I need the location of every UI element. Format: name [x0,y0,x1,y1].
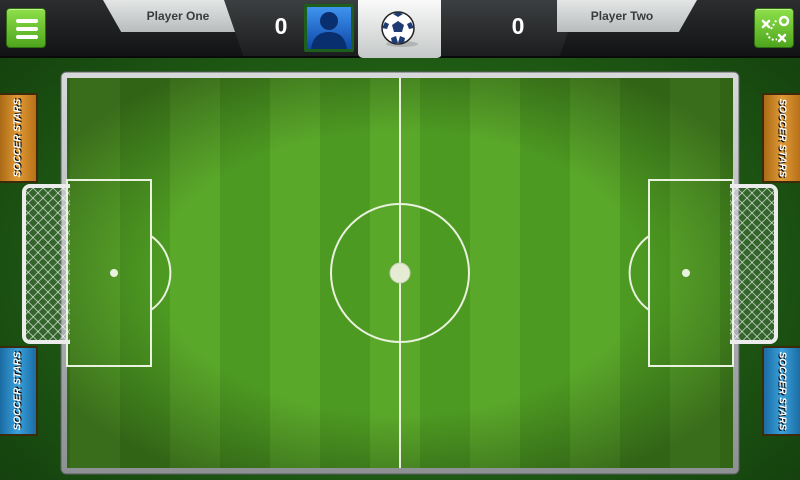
game-screen: SOCCER STARS SOCCER STARS SOCCER STARS S… [0,0,800,480]
banner-right-bottom: SOCCER STARS [762,346,800,436]
center-spot [389,262,411,284]
left-goal-net [22,184,70,344]
banner-text: SOCCER STARS [12,98,24,178]
banner-text: SOCCER STARS [12,351,24,431]
player-two-name-tab: Player Two [557,0,697,32]
player-one-name: Player One [146,9,210,23]
hamburger-menu-icon [16,35,38,39]
tactics-icon [761,15,790,43]
banner-text: SOCCER STARS [776,351,788,431]
hamburger-menu-icon [16,27,38,31]
player-one-avatar [304,4,354,52]
right-goal-net [730,184,778,344]
banner-left-top: SOCCER STARS [0,93,38,183]
center-ball-panel [358,0,442,58]
player-one-score: 0 [274,13,288,39]
banner-right-top: SOCCER STARS [762,93,800,183]
player-one-name-tab: Player One [103,0,243,32]
soccer-pitch [60,71,740,475]
player-two-score: 0 [511,13,525,39]
menu-button[interactable] [6,8,46,48]
banner-text: SOCCER STARS [776,98,788,178]
banner-left-bottom: SOCCER STARS [0,346,38,436]
score-bar: Player One 0 0 Player Two [0,0,800,58]
avatar-silhouette-icon [311,12,347,49]
tactics-button[interactable] [754,8,794,48]
soccer-ball-icon [381,11,418,47]
player-two-name: Player Two [590,9,654,23]
right-penalty-spot [682,269,690,277]
hamburger-menu-icon [16,19,38,23]
left-penalty-spot [110,269,118,277]
